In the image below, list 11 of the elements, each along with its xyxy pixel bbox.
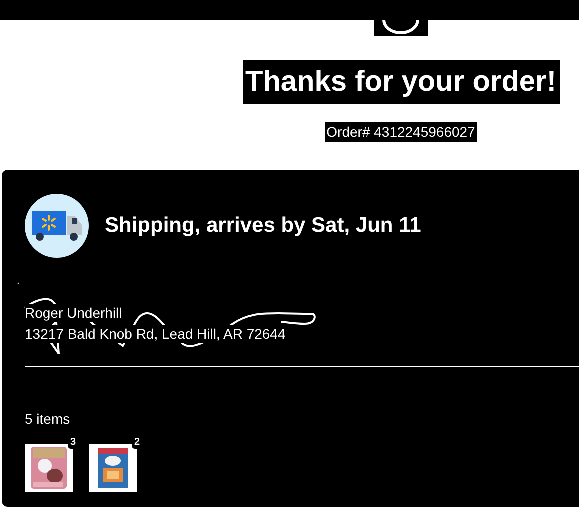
truck-icon: [25, 194, 89, 258]
shipping-address: 13217 Bald Knob Rd, Lead Hill, AR 72644: [25, 325, 286, 343]
quantity-badge: 2: [132, 437, 142, 449]
quantity-badge: 3: [68, 437, 78, 449]
item-count: 5 items: [25, 410, 70, 429]
recipient-name: Roger Underhill: [25, 304, 122, 322]
logo-icon: [374, 20, 428, 36]
page-title: Thanks for your order!: [242, 60, 560, 104]
marker-dot: .: [17, 276, 20, 288]
shipping-heading: Shipping, arrives by Sat, Jun 11: [105, 213, 422, 240]
order-number: Order# 4312245966027: [324, 122, 478, 142]
